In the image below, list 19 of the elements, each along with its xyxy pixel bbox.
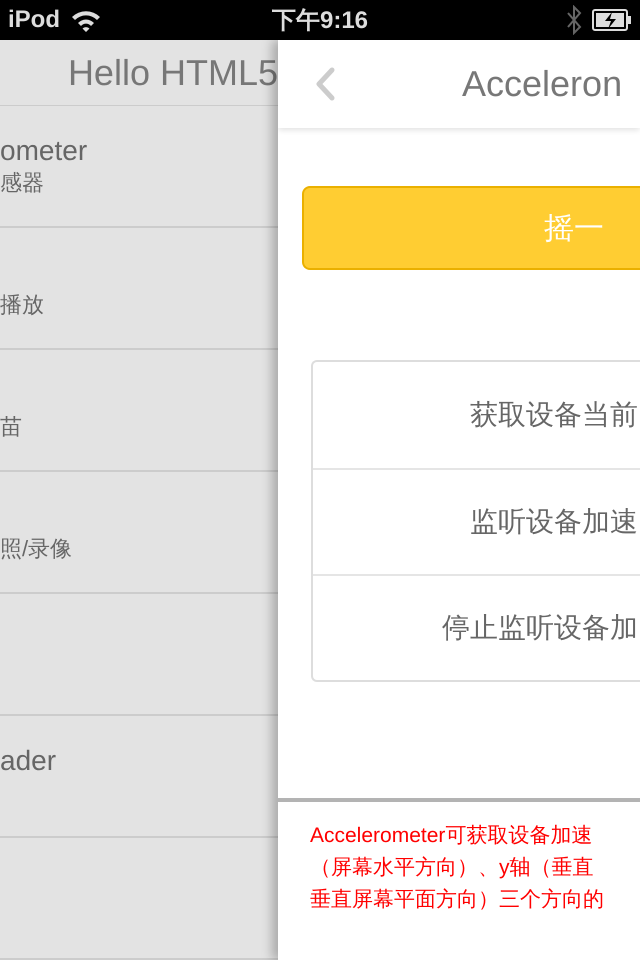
header-title: Hello HTML5: [68, 52, 278, 94]
description-line: 垂直屏幕平面方向）三个方向的: [310, 887, 605, 913]
item-subtitle: 苗: [0, 413, 22, 441]
page-title: Acceleron: [462, 63, 622, 105]
item-subtitle: 感器: [0, 169, 44, 197]
description-line: （屏幕水平方向）、y轴（垂直: [310, 855, 594, 881]
description-line: Accelerometer可获取设备加速: [310, 823, 594, 849]
item-subtitle: 照/录像: [0, 535, 72, 563]
battery-charging-icon: [592, 9, 632, 31]
item-subtitle: 播放: [0, 291, 44, 319]
item-title: ader: [0, 744, 56, 778]
action-item[interactable]: 获取设备当前: [313, 362, 640, 468]
back-icon[interactable]: [314, 67, 336, 101]
item-title: ometer: [0, 134, 88, 168]
bluetooth-icon: [566, 5, 582, 35]
clock: 下午9:16: [272, 6, 368, 36]
action-item[interactable]: 监听设备加速: [313, 468, 640, 574]
action-item[interactable]: 停止监听设备加: [313, 574, 640, 680]
carrier-label: iPod: [8, 6, 60, 34]
